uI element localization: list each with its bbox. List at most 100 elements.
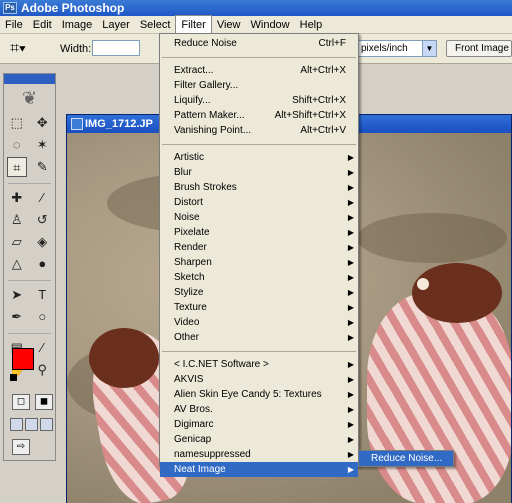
menu-separator (162, 51, 356, 58)
document-title: IMG_1712.JP (85, 118, 153, 130)
menu-item-av-bros[interactable]: AV Bros. ▶ (160, 402, 358, 417)
feather-logo-icon[interactable]: ❦ (4, 84, 55, 112)
menu-item-texture[interactable]: Texture ▶ (160, 300, 358, 315)
path-selection-tool-icon[interactable]: ➤ (7, 285, 27, 305)
menu-item-extract[interactable]: Extract... Alt+Ctrl+X (160, 63, 358, 78)
menu-item-alien-skin-eye-candy-5-textures[interactable]: Alien Skin Eye Candy 5: Textures ▶ (160, 387, 358, 402)
menu-item-filter-gallery[interactable]: Filter Gallery... (160, 78, 358, 93)
magic-wand-tool-icon[interactable]: ✶ (32, 135, 52, 155)
shortcut-text: Alt+Ctrl+X (300, 65, 346, 76)
clone-stamp-tool-icon[interactable]: ♙ (7, 210, 27, 230)
submenu-arrow-icon: ▶ (347, 288, 354, 297)
submenu-arrow-icon: ▶ (347, 168, 354, 177)
menu-item-vanishing-point[interactable]: Vanishing Point... Alt+Ctrl+V (160, 123, 358, 138)
title-bar: Ps Adobe Photoshop (0, 0, 512, 16)
menu-item-artistic[interactable]: Artistic ▶ (160, 150, 358, 165)
submenu-arrow-icon: ▶ (347, 405, 354, 414)
menu-select[interactable]: Select (135, 16, 176, 34)
menu-item-noise[interactable]: Noise ▶ (160, 210, 358, 225)
menu-item-neat-image-reduce-noise[interactable]: Reduce Noise... (359, 451, 453, 466)
submenu-arrow-icon: ▶ (347, 360, 354, 369)
menu-item-distort[interactable]: Distort ▶ (160, 195, 358, 210)
menu-item-neat-image[interactable]: Neat Image ▶ (160, 462, 358, 477)
menu-item-sharpen[interactable]: Sharpen ▶ (160, 255, 358, 270)
healing-brush-tool-icon[interactable]: ✚ (7, 188, 27, 208)
standard-mode-icon[interactable]: ◻ (12, 394, 30, 410)
submenu-arrow-icon: ▶ (347, 228, 354, 237)
full-screen-menu-mode-icon[interactable] (25, 418, 38, 431)
type-tool-icon[interactable]: T (32, 285, 52, 305)
shape-tool-icon[interactable]: ○ (32, 307, 52, 327)
eraser-tool-icon[interactable]: ▱ (7, 232, 27, 252)
menu-item-video[interactable]: Video ▶ (160, 315, 358, 330)
submenu-arrow-icon: ▶ (347, 198, 354, 207)
menu-item-brush-strokes[interactable]: Brush Strokes ▶ (160, 180, 358, 195)
full-screen-mode-icon[interactable] (40, 418, 53, 431)
pen-tool-icon[interactable]: ✒ (7, 307, 27, 327)
eyedropper-tool-icon[interactable]: ⁄ (32, 338, 52, 358)
menu-item-render[interactable]: Render ▶ (160, 240, 358, 255)
menu-item-i-c-net-software[interactable]: < I.C.NET Software > ▶ (160, 357, 358, 372)
submenu-arrow-icon: ▶ (347, 450, 354, 459)
menu-edit[interactable]: Edit (28, 16, 57, 34)
menu-image[interactable]: Image (57, 16, 98, 34)
submenu-arrow-icon: ▶ (347, 420, 354, 429)
front-image-button[interactable]: Front Image (446, 40, 512, 57)
dodge-tool-icon[interactable]: ● (32, 254, 52, 274)
menu-item-akvis[interactable]: AKVIS ▶ (160, 372, 358, 387)
shortcut-text: Alt+Ctrl+V (300, 125, 346, 136)
menu-view[interactable]: View (212, 16, 246, 34)
submenu-arrow-icon: ▶ (347, 333, 354, 342)
jump-to-imageready-icon[interactable]: ⇨ (12, 439, 30, 455)
menu-item-stylize[interactable]: Stylize ▶ (160, 285, 358, 300)
menu-item-pixelate[interactable]: Pixelate ▶ (160, 225, 358, 240)
resolution-units-select[interactable]: pixels/inch ▼ (357, 40, 437, 57)
submenu-arrow-icon: ▶ (347, 318, 354, 327)
neat-image-submenu: Reduce Noise... (358, 450, 454, 467)
menu-layer[interactable]: Layer (97, 16, 135, 34)
chevron-down-icon: ▼ (422, 41, 436, 56)
toolbox-header[interactable] (4, 74, 55, 84)
menu-item-liquify[interactable]: Liquify... Shift+Ctrl+X (160, 93, 358, 108)
move-tool-icon[interactable]: ✥ (32, 113, 52, 133)
lasso-tool-icon[interactable]: ◌ (7, 135, 27, 155)
menu-item-other[interactable]: Other ▶ (160, 330, 358, 345)
quick-mask-mode-icon[interactable]: ◼ (35, 394, 53, 410)
marquee-tool-icon[interactable]: ⬚ (7, 113, 27, 133)
submenu-arrow-icon: ▶ (347, 375, 354, 384)
slice-tool-icon[interactable]: ✎ (32, 157, 52, 177)
menu-item-blur[interactable]: Blur ▶ (160, 165, 358, 180)
menu-window[interactable]: Window (246, 16, 295, 34)
app-title: Adobe Photoshop (21, 1, 125, 15)
menu-help[interactable]: Help (295, 16, 328, 34)
submenu-arrow-icon: ▶ (347, 435, 354, 444)
default-colors-icon[interactable] (10, 374, 17, 381)
width-label: Width: (60, 43, 92, 55)
zoom-tool-icon[interactable]: ⚲ (32, 360, 52, 380)
submenu-arrow-icon: ▶ (347, 273, 354, 282)
menu-separator (162, 345, 356, 352)
menu-file[interactable]: File (0, 16, 28, 34)
blur-tool-icon[interactable]: △ (7, 254, 27, 274)
crop-tool-icon[interactable]: ⌗ (6, 157, 27, 177)
width-field[interactable] (92, 40, 140, 56)
menu-item-namesuppressed[interactable]: namesuppressed ▶ (160, 447, 358, 462)
paint-bucket-tool-icon[interactable]: ◈ (32, 232, 52, 252)
crop-tool-preset-icon[interactable]: ⌗▾ (10, 39, 40, 59)
menu-item-genicap[interactable]: Genicap ▶ (160, 432, 358, 447)
shortcut-text: Shift+Ctrl+X (292, 95, 346, 106)
menu-item-digimarc[interactable]: Digimarc ▶ (160, 417, 358, 432)
menu-filter[interactable]: Filter (175, 15, 212, 34)
menu-item-reduce-noise-last[interactable]: Reduce Noise Ctrl+F (160, 36, 358, 51)
submenu-arrow-icon: ▶ (347, 153, 354, 162)
submenu-arrow-icon: ▶ (347, 465, 354, 474)
menu-item-pattern-maker[interactable]: Pattern Maker... Alt+Shift+Ctrl+X (160, 108, 358, 123)
history-brush-tool-icon[interactable]: ↺ (32, 210, 52, 230)
foreground-color-swatch[interactable] (12, 348, 34, 370)
submenu-arrow-icon: ▶ (347, 303, 354, 312)
filter-menu-dropdown: Reduce Noise Ctrl+F Extract... Alt+Ctrl+X… (159, 33, 359, 477)
photoshop-icon: Ps (3, 2, 17, 14)
brush-tool-icon[interactable]: ∕ (32, 188, 52, 208)
menu-item-sketch[interactable]: Sketch ▶ (160, 270, 358, 285)
standard-screen-mode-icon[interactable] (10, 418, 23, 431)
